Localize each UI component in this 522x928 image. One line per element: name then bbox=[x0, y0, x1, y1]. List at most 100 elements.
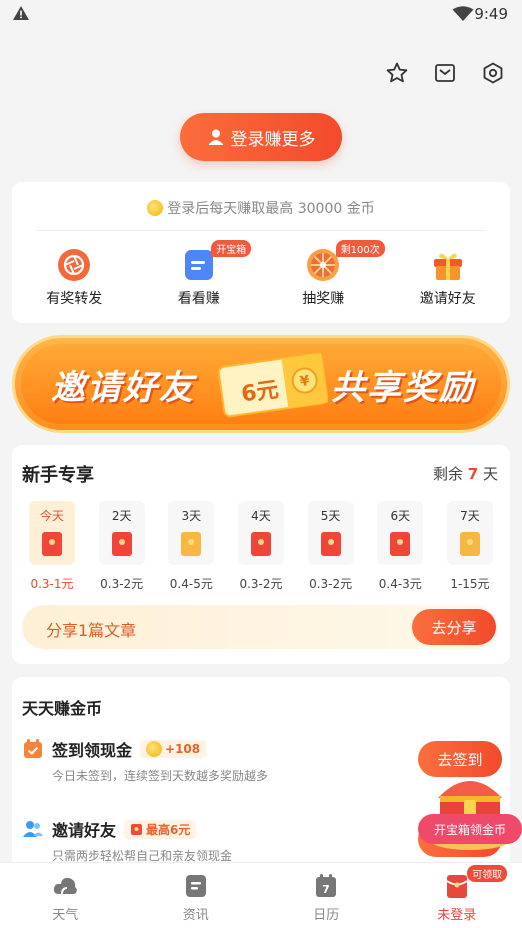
star-icon[interactable] bbox=[384, 60, 410, 86]
remaining-days: 剩余 7 天 bbox=[433, 463, 498, 484]
day-reward-value: 1-15元 bbox=[450, 577, 490, 591]
quick-actions: 有奖转发 开宝箱 看看赚 剩100次 抽奖赚 邀请好友 bbox=[12, 240, 511, 308]
day-reward: 今天 0.3-1元 bbox=[24, 501, 80, 592]
quick-item-share[interactable]: 有奖转发 bbox=[12, 248, 137, 308]
day-label: 4天 bbox=[251, 509, 271, 523]
gift-box-icon bbox=[433, 253, 462, 280]
invite-banner[interactable]: 邀请好友 ¥ 6元 共享奖励 bbox=[12, 335, 510, 433]
newbie-card: 新手专享 剩余 7 天 今天 0.3-1元 2天 0.3-2元 3天 0.4-5元 4天 0.… bbox=[12, 445, 510, 664]
svg-text:7: 7 bbox=[322, 883, 330, 896]
day-reward: 3天 0.4-5元 bbox=[163, 501, 219, 592]
tab-label: 资讯 bbox=[182, 908, 209, 923]
quick-item-label: 看看赚 bbox=[177, 291, 220, 307]
divider bbox=[36, 230, 486, 231]
day-reward-value: 0.3-2元 bbox=[100, 577, 144, 591]
warning-icon bbox=[13, 6, 29, 20]
camera-aperture-icon bbox=[58, 249, 91, 281]
day-reward-box: 2天 bbox=[98, 501, 145, 565]
quick-item-lottery[interactable]: 剩100次 抽奖赚 bbox=[261, 240, 386, 308]
day-reward: 4天 0.3-2元 bbox=[233, 501, 289, 592]
day-reward: 2天 0.3-2元 bbox=[94, 501, 150, 592]
task-title: 邀请好友 bbox=[52, 821, 117, 840]
task-tag: +108 bbox=[140, 740, 207, 758]
status-time: 9:49 bbox=[474, 5, 508, 23]
red-envelope-icon bbox=[181, 532, 202, 556]
header-actions bbox=[384, 60, 506, 86]
tab-calendar[interactable]: 7 日历 bbox=[261, 863, 392, 928]
day-reward-value: 0.4-5元 bbox=[169, 577, 213, 591]
calendar-check-icon bbox=[24, 739, 42, 758]
banner-left-text: 邀请好友 bbox=[51, 368, 195, 408]
day-reward-box: 7天 bbox=[446, 501, 493, 565]
task-tag-text: +108 bbox=[165, 742, 201, 756]
day-reward-value: 0.3-2元 bbox=[239, 577, 283, 591]
day-reward-value: 0.3-2元 bbox=[309, 577, 353, 591]
red-packet-icon bbox=[446, 875, 468, 898]
news-icon bbox=[185, 875, 206, 897]
day-reward: 5天 0.3-2元 bbox=[303, 501, 359, 592]
bottom-tab-bar: 天气 资讯 7 日历 可领取 未登录 bbox=[0, 862, 522, 928]
coin-promo: 登录后每天赚取最高 30000 金币 bbox=[12, 198, 510, 218]
settings-icon[interactable] bbox=[480, 60, 506, 86]
quick-item-badge: 剩100次 bbox=[335, 240, 385, 257]
login-button[interactable]: 登录赚更多 bbox=[180, 113, 342, 161]
coin-promo-text: 登录后每天赚取最高 30000 金币 bbox=[167, 201, 375, 217]
day-reward-value: 0.3-1元 bbox=[30, 577, 74, 591]
day-reward-box: 6天 bbox=[377, 501, 424, 565]
day-label: 5天 bbox=[320, 509, 341, 523]
red-envelope-icon bbox=[42, 532, 62, 556]
quick-item-label: 有奖转发 bbox=[46, 291, 103, 307]
tab-badge: 可领取 bbox=[467, 865, 508, 882]
newbie-title: 新手专享 bbox=[22, 465, 94, 486]
coin-icon bbox=[146, 741, 163, 757]
red-envelope-icon bbox=[111, 532, 132, 556]
login-button-label: 登录赚更多 bbox=[230, 129, 316, 150]
earn-card: 登录后每天赚取最高 30000 金币 有奖转发 开宝箱 看看赚 剩100次 抽奖… bbox=[12, 182, 510, 323]
day-reward: 7天 1-15元 bbox=[442, 501, 498, 592]
remaining-number: 7 bbox=[467, 465, 479, 483]
red-envelope-icon bbox=[320, 532, 341, 556]
cloud-icon bbox=[54, 877, 78, 895]
tab-weather[interactable]: 天气 bbox=[0, 863, 131, 928]
red-envelope-icon bbox=[390, 532, 411, 556]
quick-item-label: 抽奖赚 bbox=[302, 291, 345, 307]
red-packet-icon bbox=[131, 823, 143, 835]
day-label: 7天 bbox=[460, 509, 480, 523]
calendar-icon: 7 bbox=[316, 874, 337, 897]
day-reward-value: 0.4-3元 bbox=[378, 577, 422, 591]
day-label: 3天 bbox=[181, 509, 202, 523]
tab-account[interactable]: 可领取 未登录 bbox=[392, 863, 522, 928]
quick-item-badge: 开宝箱 bbox=[211, 240, 252, 257]
share-task-row: 分享1篇文章 去分享 bbox=[22, 605, 498, 649]
tab-label: 天气 bbox=[52, 908, 79, 923]
remaining-prefix: 剩余 bbox=[432, 465, 463, 483]
banner-ticket-text: 6元 bbox=[239, 377, 281, 408]
quick-item-invite[interactable]: 邀请好友 bbox=[386, 248, 511, 308]
task-tag: 最高6元 bbox=[124, 819, 197, 839]
quick-item-label: 邀请好友 bbox=[419, 291, 476, 307]
person-icon bbox=[208, 129, 223, 145]
day-reward: 6天 0.4-3元 bbox=[372, 501, 428, 592]
tab-label: 日历 bbox=[313, 908, 340, 923]
wifi-icon bbox=[452, 6, 474, 21]
chest-label[interactable]: 开宝箱领金币 bbox=[418, 814, 522, 844]
users-icon bbox=[23, 821, 43, 837]
share-task-text: 分享1篇文章 bbox=[46, 621, 137, 640]
message-icon[interactable] bbox=[432, 60, 458, 86]
banner-right-text: 共享奖励 bbox=[331, 368, 475, 408]
quick-item-read[interactable]: 开宝箱 看看赚 bbox=[137, 240, 262, 308]
coin-icon bbox=[147, 200, 164, 216]
red-envelope-icon bbox=[250, 532, 271, 556]
red-envelope-icon bbox=[459, 532, 480, 556]
day-reward-box: 3天 bbox=[168, 501, 215, 565]
day-label: 今天 bbox=[39, 509, 64, 523]
day-label: 2天 bbox=[111, 509, 132, 523]
day-label: 6天 bbox=[390, 509, 411, 523]
status-bar: 9:49 bbox=[0, 0, 522, 28]
tab-news[interactable]: 资讯 bbox=[131, 863, 262, 928]
day-reward-box: 5天 bbox=[307, 501, 354, 565]
share-button[interactable]: 去分享 bbox=[412, 609, 496, 645]
day-reward-box: 今天 bbox=[29, 501, 75, 565]
day-rewards: 今天 0.3-1元 2天 0.3-2元 3天 0.4-5元 4天 0.3-2元 5天 0.3-2元… bbox=[24, 501, 498, 592]
task-tag-text: 最高6元 bbox=[146, 822, 191, 837]
